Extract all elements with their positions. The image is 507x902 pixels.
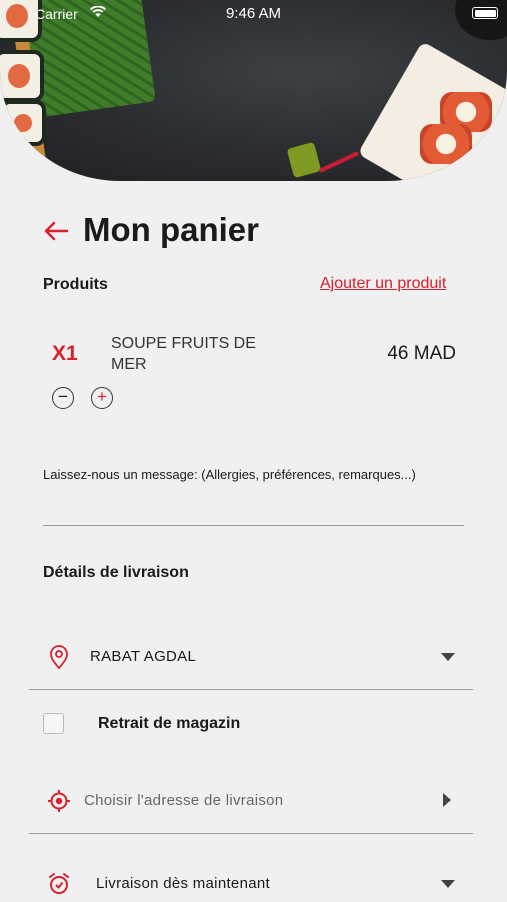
target-icon	[47, 788, 71, 814]
alarm-clock-icon	[47, 871, 71, 897]
delivery-time-select[interactable]: Livraison dès maintenant	[29, 869, 473, 899]
delivery-time-value: Livraison dès maintenant	[96, 875, 270, 892]
increment-button[interactable]: +	[91, 387, 113, 409]
city-value: RABAT AGDAL	[90, 648, 197, 665]
arrow-left-icon	[44, 221, 69, 241]
pickup-label: Retrait de magazin	[98, 715, 241, 732]
address-placeholder: Choisir l'adresse de livraison	[84, 792, 284, 809]
salmon-roll-graphic	[420, 124, 472, 164]
map-pin-icon	[47, 644, 71, 670]
clock-label: 9:46 AM	[225, 5, 282, 22]
chopstick-graphic	[319, 151, 359, 173]
delivery-section-title: Détails de livraison	[43, 564, 189, 581]
back-button[interactable]	[43, 218, 69, 246]
pickup-checkbox[interactable]	[43, 713, 64, 734]
battery-icon	[472, 7, 498, 19]
decrement-button[interactable]: −	[52, 387, 74, 409]
add-product-link[interactable]: Ajouter un produit	[320, 275, 446, 293]
item-name: SOUPE FRUITS DE MER	[111, 335, 256, 373]
chevron-down-icon	[441, 880, 455, 888]
divider	[29, 833, 473, 834]
divider	[29, 689, 473, 690]
status-bar: Carrier 9:46 AM	[0, 0, 507, 28]
page-title: Mon panier	[83, 211, 260, 248]
address-picker[interactable]: Choisir l'adresse de livraison	[29, 786, 473, 816]
sushi-roll-graphic	[0, 100, 46, 146]
city-select[interactable]: RABAT AGDAL	[29, 642, 473, 672]
item-quantity: X1	[52, 342, 78, 365]
item-price: 46 MAD	[387, 343, 456, 364]
wasabi-graphic	[286, 141, 322, 179]
message-field[interactable]: Laissez-nous un message: (Allergies, pré…	[43, 467, 416, 482]
sushi-roll-graphic	[0, 50, 44, 102]
chevron-down-icon	[441, 653, 455, 661]
chevron-right-icon	[443, 793, 451, 807]
products-section-title: Produits	[43, 276, 108, 293]
message-underline	[43, 525, 464, 526]
